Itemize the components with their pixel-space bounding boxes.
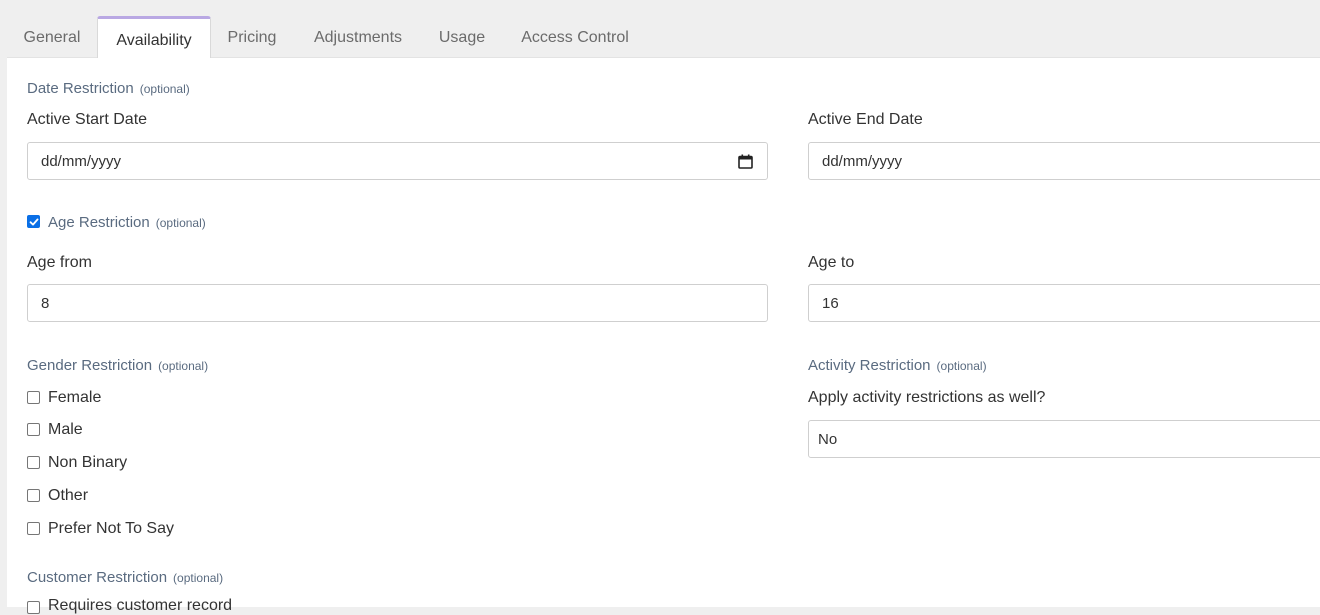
optional-tag: (optional) — [936, 359, 987, 373]
section-title: Age Restriction — [48, 214, 150, 231]
optional-tag: (optional) — [139, 82, 190, 96]
checkmark-icon — [29, 218, 39, 226]
age-to-input[interactable]: 16 — [808, 284, 1320, 322]
select-value: No — [818, 430, 838, 448]
gender-female-checkbox[interactable] — [27, 391, 40, 404]
gender-non-binary-checkbox[interactable] — [27, 456, 40, 469]
section-title: Gender Restriction — [27, 357, 153, 374]
gender-other-checkbox[interactable] — [27, 489, 40, 502]
age-from-input[interactable]: 8 — [27, 284, 768, 322]
tab-general[interactable]: General — [11, 16, 93, 58]
section-title: Activity Restriction — [808, 357, 931, 374]
tab-pricing[interactable]: Pricing — [214, 16, 290, 58]
gender-restriction-heading: Gender Restriction (optional) — [27, 357, 208, 374]
date-placeholder: dd/mm/yyyy — [822, 152, 903, 170]
optional-tag: (optional) — [155, 216, 206, 230]
tab-label: Pricing — [227, 29, 277, 46]
customer-restriction-heading: Customer Restriction (optional) — [27, 569, 223, 586]
section-title: Customer Restriction — [27, 569, 168, 586]
gender-prefer-not-to-say-checkbox[interactable] — [27, 522, 40, 535]
age-to-label: Age to — [808, 254, 855, 271]
optional-tag: (optional) — [158, 359, 209, 373]
tab-availability[interactable]: Availability — [97, 16, 211, 58]
age-restriction-heading: Age Restriction (optional) — [48, 214, 206, 231]
input-value: 8 — [41, 294, 50, 312]
tab-access-control[interactable]: Access Control — [507, 16, 643, 58]
activity-restriction-heading: Activity Restriction (optional) — [808, 357, 987, 374]
tab-label: Adjustments — [313, 29, 403, 46]
active-start-date-input[interactable]: dd/mm/yyyy — [27, 142, 768, 180]
optional-tag: (optional) — [173, 571, 224, 585]
tab-bar: General Availability Pricing Adjustments… — [0, 0, 1320, 58]
tab-label: General — [23, 29, 81, 46]
tab-label: Usage — [438, 29, 486, 46]
input-value: 16 — [822, 294, 839, 312]
activity-restriction-question: Apply activity restrictions as well? — [808, 389, 1046, 406]
section-title: Date Restriction — [27, 80, 134, 97]
calendar-icon[interactable] — [738, 154, 753, 169]
requires-customer-record-label[interactable]: Requires customer record — [48, 597, 232, 615]
gender-non-binary-label[interactable]: Non Binary — [48, 454, 127, 472]
gender-male-label[interactable]: Male — [48, 421, 83, 439]
date-restriction-heading: Date Restriction (optional) — [27, 80, 190, 97]
activity-restriction-select[interactable]: No — [808, 420, 1320, 458]
tab-label: Access Control — [521, 29, 629, 46]
gender-prefer-not-to-say-label[interactable]: Prefer Not To Say — [48, 520, 174, 538]
age-restriction-checkbox[interactable] — [27, 215, 40, 228]
tab-usage[interactable]: Usage — [428, 16, 496, 58]
active-end-date-input[interactable]: dd/mm/yyyy — [808, 142, 1320, 180]
availability-panel — [7, 57, 1320, 607]
active-end-date-label: Active End Date — [808, 111, 923, 128]
tab-label: Availability — [116, 31, 192, 49]
active-start-date-label: Active Start Date — [27, 111, 148, 128]
age-from-label: Age from — [27, 254, 92, 271]
gender-female-label[interactable]: Female — [48, 389, 101, 407]
tab-adjustments[interactable]: Adjustments — [298, 16, 418, 58]
requires-customer-record-checkbox[interactable] — [27, 601, 40, 614]
date-placeholder: dd/mm/yyyy — [41, 152, 122, 170]
gender-other-label[interactable]: Other — [48, 487, 88, 505]
gender-male-checkbox[interactable] — [27, 423, 40, 436]
